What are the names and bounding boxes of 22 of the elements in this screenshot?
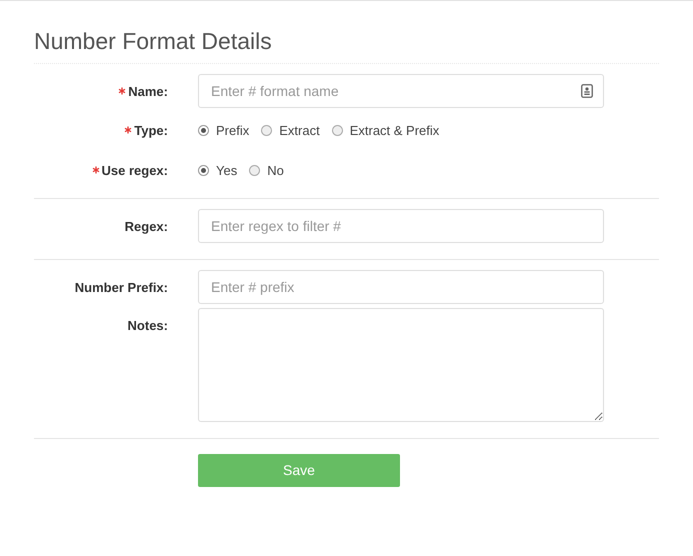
radio-button[interactable] <box>249 164 260 176</box>
field-label: Regex: <box>124 218 168 234</box>
radio-button[interactable] <box>198 124 209 136</box>
field-label: Name: <box>128 84 168 98</box>
radio-label[interactable]: Extract & Prefix <box>350 122 440 138</box>
field-label: Type: <box>134 122 168 138</box>
contact-card-icon[interactable] <box>581 84 593 98</box>
radio-label[interactable]: No <box>267 162 284 178</box>
field-label: Number Prefix: <box>74 280 168 294</box>
radio-label[interactable]: Yes <box>216 162 238 178</box>
radio-button[interactable] <box>332 124 343 136</box>
radio-label[interactable]: Prefix <box>216 122 250 138</box>
radio-label[interactable]: Extract <box>279 122 320 138</box>
field-label: Notes: <box>128 318 168 333</box>
input-field[interactable]: Enter # format name <box>198 74 604 108</box>
radio-button[interactable] <box>261 124 272 136</box>
page-title: Number Format Details <box>34 1 659 64</box>
radio-button[interactable] <box>198 164 209 176</box>
input-field[interactable]: Enter # prefix <box>198 270 604 304</box>
input-field[interactable]: Enter regex to filter # <box>198 209 604 243</box>
field-label: Use regex: <box>102 162 168 178</box>
notes-field[interactable] <box>198 308 604 422</box>
